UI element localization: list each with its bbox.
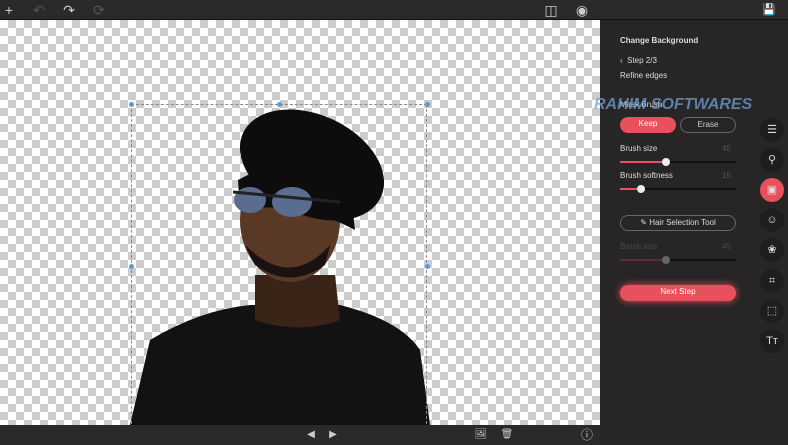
hair-brush-icon: ✎ — [640, 218, 650, 227]
brush-size-label: Brush size — [620, 144, 658, 153]
delete-icon[interactable]: 🗑 — [498, 426, 516, 444]
side-panel: Change Background ‹ Step 2/3 Refine edge… — [594, 20, 788, 445]
prev-icon[interactable]: ◀ — [302, 426, 320, 444]
hair-brush-size-value: 45 — [722, 242, 731, 251]
undo-icon[interactable]: ↶ — [30, 1, 48, 19]
background-icon[interactable]: ▣ — [760, 178, 784, 202]
bottom-toolbar: ◀ ▶ 🖼 🗑 ⓘ — [0, 425, 600, 445]
compare-icon[interactable]: ◫ — [542, 1, 560, 19]
image-icon[interactable]: 🖼 — [472, 426, 490, 444]
hair-brush-size-slider — [620, 256, 736, 264]
panel-subtitle: Refine edges — [620, 71, 668, 80]
filters-icon[interactable]: ❀ — [760, 238, 784, 262]
stamp-icon[interactable]: ⚲ — [760, 148, 784, 172]
save-icon[interactable]: 💾 — [760, 1, 778, 19]
brush-softness-label: Brush softness — [620, 171, 673, 180]
resize-handle[interactable] — [129, 102, 134, 107]
preview-eye-icon[interactable]: ◉ — [573, 1, 591, 19]
next-icon[interactable]: ▶ — [324, 426, 342, 444]
brush-size-value: 45 — [722, 144, 731, 153]
reset-icon[interactable]: ⟳ — [90, 1, 108, 19]
adjust-icon[interactable]: ☰ — [760, 118, 784, 142]
panel-title: Change Background — [620, 36, 699, 45]
selection-box[interactable] — [131, 104, 427, 425]
redo-icon[interactable]: ↷ — [60, 1, 78, 19]
hair-brush-size-label: Brush size — [620, 242, 658, 251]
resize-handle[interactable] — [277, 102, 282, 107]
face-icon[interactable]: ☺ — [760, 208, 784, 232]
next-step-button[interactable]: Next Step — [620, 285, 736, 301]
add-icon[interactable]: + — [0, 1, 18, 19]
resize-icon[interactable]: ⬚ — [760, 299, 784, 323]
hair-selection-label: Hair Selection Tool — [649, 218, 716, 227]
erase-button[interactable]: Erase — [680, 117, 736, 133]
keep-button[interactable]: Keep — [620, 117, 676, 133]
brush-softness-value: 15 — [722, 171, 731, 180]
watermark: RAHIM SOFTWARES — [594, 96, 753, 113]
back-step[interactable]: ‹ Step 2/3 — [620, 56, 657, 65]
text-icon[interactable]: Tт — [760, 329, 784, 353]
hair-selection-button[interactable]: ✎ Hair Selection Tool — [620, 215, 736, 231]
brush-size-slider[interactable] — [620, 158, 736, 166]
step-label: Step 2/3 — [627, 56, 657, 65]
resize-handle[interactable] — [425, 102, 430, 107]
info-icon[interactable]: ⓘ — [578, 426, 596, 444]
resize-handle[interactable] — [129, 264, 134, 269]
editor-canvas[interactable] — [0, 20, 600, 425]
crop-icon[interactable]: ⌗ — [760, 269, 784, 293]
brush-softness-slider[interactable] — [620, 185, 736, 193]
resize-handle[interactable] — [425, 264, 430, 269]
top-toolbar: + ↶ ↷ ⟳ ◫ ◉ 💾 — [0, 0, 788, 20]
